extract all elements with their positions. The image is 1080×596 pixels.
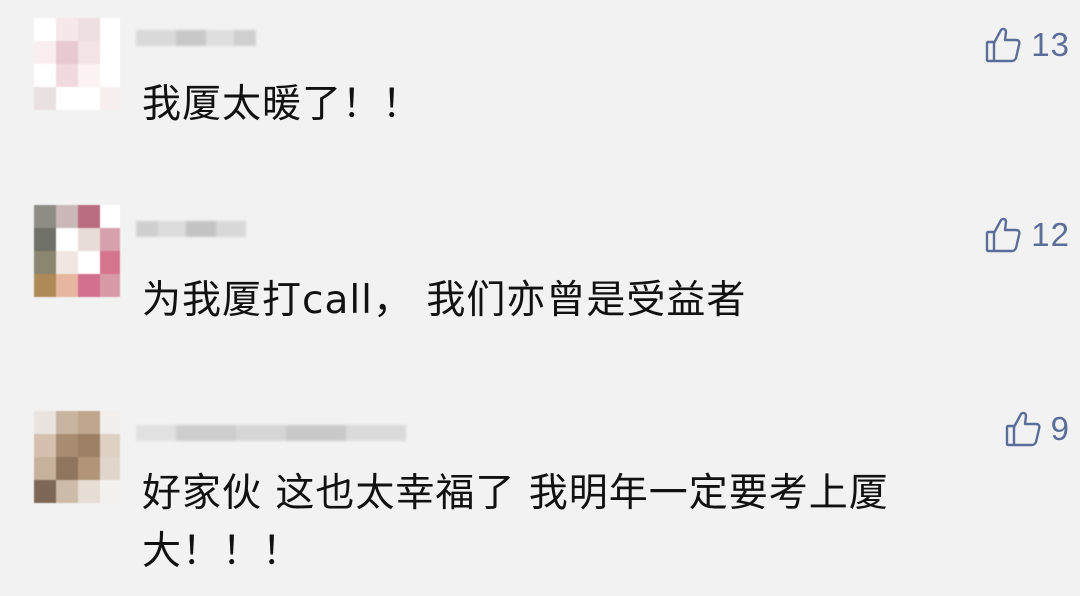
avatar-mosaic-cell [78,87,100,110]
avatar-mosaic-cell [78,64,100,87]
avatar-mosaic-cell [78,434,100,457]
avatar-mosaic-cell [34,274,56,297]
avatar-mosaic-cell [78,205,100,228]
avatar-mosaic-cell [78,480,100,503]
author-name-redacted[interactable] [136,215,251,243]
avatar-mosaic-cell [100,434,120,457]
avatar-mosaic-cell [100,41,120,64]
comment-text: 好家伙 这也太幸福了 我明年一定要考上厦大！！！ [142,471,889,574]
avatar-mosaic-cell [34,205,56,228]
like-count: 9 [1050,410,1070,447]
avatar-mosaic-cell [34,411,56,434]
avatar-mosaic-cell [100,480,120,503]
like-button[interactable]: 9 [1005,410,1070,448]
avatar-mosaic-cell [34,457,56,480]
avatar[interactable] [34,411,120,503]
avatar-mosaic-cell [56,205,78,228]
avatar-mosaic-cell [78,411,100,434]
like-count: 13 [1031,26,1070,63]
avatar-mosaic-cell [100,64,120,87]
like-count: 12 [1031,216,1070,253]
comment-text: 为我厦打call， 我们亦曾是受益者 [142,278,747,323]
avatar-mosaic-cell [56,64,78,87]
avatar-mosaic-cell [56,457,78,480]
avatar-mosaic-cell [78,228,100,251]
avatar-mosaic-cell [34,228,56,251]
avatar-mosaic-cell [78,274,100,297]
avatar-mosaic-cell [100,457,120,480]
avatar-mosaic-cell [100,228,120,251]
avatar-mosaic-cell [34,41,56,64]
avatar-mosaic-cell [100,18,120,41]
avatar[interactable] [34,18,120,110]
comment-item: 12 为我厦打call， 我们亦曾是受益者 [0,175,1080,395]
avatar-mosaic-cell [56,411,78,434]
avatar-mosaic-cell [100,87,120,110]
avatar-mosaic-cell [100,274,120,297]
avatar-mosaic-cell [78,251,100,274]
avatar-mosaic-cell [78,18,100,41]
avatar-mosaic-cell [78,457,100,480]
avatar-mosaic-cell [56,87,78,110]
avatar-mosaic-cell [100,205,120,228]
avatar-mosaic-cell [78,41,100,64]
avatar-mosaic-cell [56,480,78,503]
avatar-mosaic-cell [34,480,56,503]
like-button[interactable]: 12 [985,216,1070,254]
thumbs-up-icon [985,26,1021,64]
avatar-mosaic-cell [56,434,78,457]
avatar-mosaic-cell [100,251,120,274]
avatar-mosaic-cell [56,18,78,41]
avatar-mosaic-cell [100,411,120,434]
author-name-redacted[interactable] [136,419,411,447]
avatar[interactable] [34,205,120,297]
like-button[interactable]: 13 [985,26,1070,64]
thumbs-up-icon [985,216,1021,254]
avatar-mosaic-cell [34,64,56,87]
comment-item: 13 我厦太暖了！！ [0,0,1080,175]
avatar-mosaic-cell [34,18,56,41]
author-name-redacted[interactable] [136,24,266,52]
comment-item: 9 好家伙 这也太幸福了 我明年一定要考上厦大！！！ [0,395,1080,596]
avatar-mosaic-cell [34,251,56,274]
avatar-mosaic-cell [56,251,78,274]
comment-text: 我厦太暖了！！ [142,82,423,127]
avatar-mosaic-cell [34,434,56,457]
avatar-mosaic-cell [56,41,78,64]
thumbs-up-icon [1005,410,1041,448]
avatar-mosaic-cell [34,87,56,110]
avatar-mosaic-cell [56,228,78,251]
avatar-mosaic-cell [56,274,78,297]
